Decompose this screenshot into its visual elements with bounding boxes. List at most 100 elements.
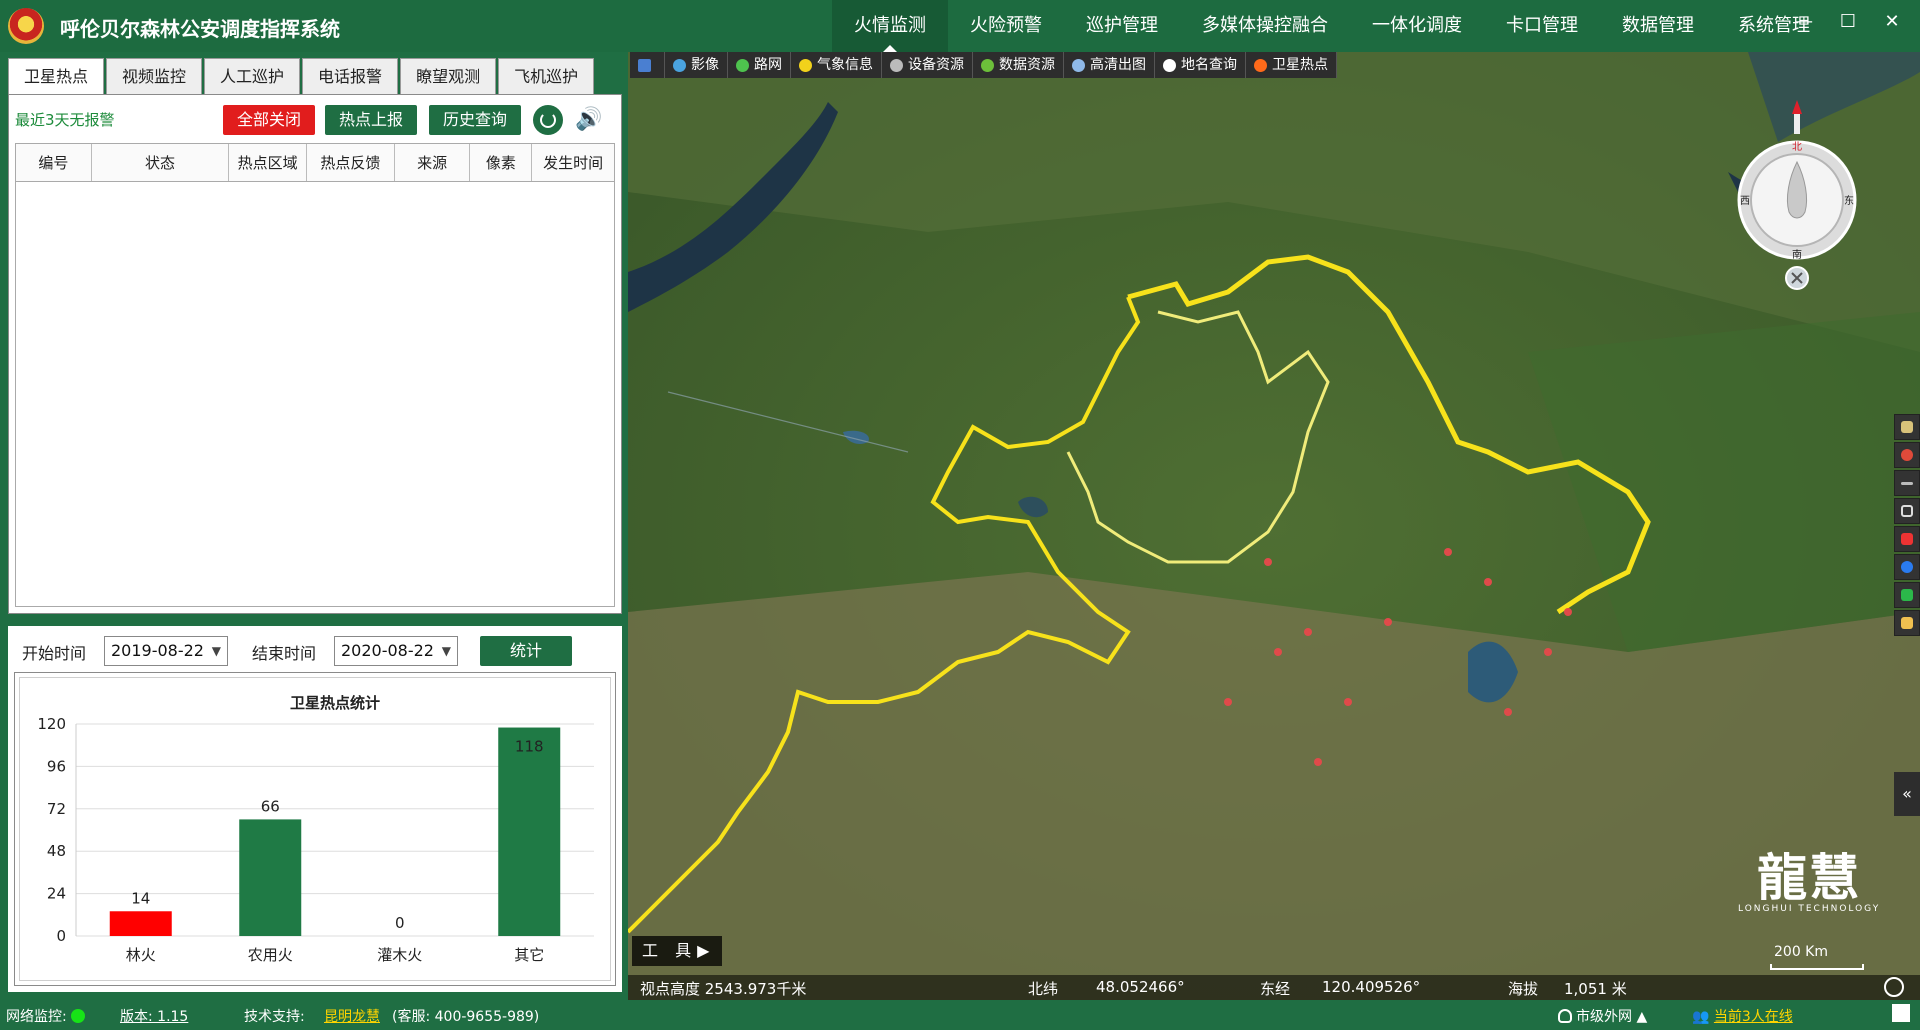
resize-grip-icon[interactable] xyxy=(1892,1004,1910,1022)
left-tab[interactable]: 视频监控 xyxy=(106,58,203,94)
folder-icon xyxy=(1901,617,1913,629)
nav-item[interactable]: 火情监测 xyxy=(832,0,948,52)
version-text: 版本: 1.15 xyxy=(120,1009,189,1025)
longitude-value: 120.409526° xyxy=(1322,978,1421,996)
nav-item[interactable]: 卡口管理 xyxy=(1484,0,1600,52)
end-time-label: 结束时间 xyxy=(252,644,317,663)
brand-logo-text: 龍慧 xyxy=(1757,849,1862,907)
globe-icon xyxy=(673,58,686,72)
left-tab[interactable]: 瞭望观测 xyxy=(400,58,497,94)
left-tab[interactable]: 电话报警 xyxy=(302,58,399,94)
compass-north: 北 xyxy=(1792,141,1802,153)
history-query-button[interactable]: 历史查询 xyxy=(429,105,521,135)
navigation-icon[interactable] xyxy=(1884,977,1904,997)
online-users[interactable]: 👥 当前3人在线 xyxy=(1692,1006,1793,1026)
service-hotline: (客服: 400-9655-989) xyxy=(392,1009,540,1025)
data-label: 118 xyxy=(515,738,544,756)
elevation-value: 1,051 米 xyxy=(1564,980,1627,998)
collapse-panel-button[interactable]: « xyxy=(1894,772,1920,816)
map-tool-sun[interactable]: 气象信息 xyxy=(791,52,882,78)
column-header[interactable]: 热点反馈 xyxy=(307,144,395,181)
map-status-bar: 视点高度 2543.973千米 北纬 48.052466° 东经 120.409… xyxy=(628,975,1920,1000)
app-title: 呼伦贝尔森林公安调度指挥系统 xyxy=(60,17,340,41)
chart-frame: 卫星热点统计 0 24 48 72 96 120 14 林火 66 农用火 0 灌木火 118 其它 xyxy=(14,672,616,986)
stats-panel: 开始时间 2019-08-22 ▼ 结束时间 2020-08-22 ▼ 统计 卫… xyxy=(8,626,622,992)
nav-item[interactable]: 数据管理 xyxy=(1600,0,1716,52)
minimize-button[interactable]: — xyxy=(1782,0,1826,44)
latitude-value: 48.052466° xyxy=(1096,978,1185,996)
network-monitor: 网络监控: xyxy=(6,1006,85,1026)
column-header[interactable]: 编号 xyxy=(16,144,92,181)
map-view[interactable]: 影像 路网 气象信息 设备资源 数据资源 高清出图 地名查询 卫星热点 北 南 东 西 « 龍… xyxy=(628,52,1920,1000)
maximize-button[interactable]: ☐ xyxy=(1826,0,1870,44)
end-date-select[interactable]: 2020-08-22 ▼ xyxy=(334,636,458,666)
main-nav: 火情监测 火险预警 巡护管理 多媒体操控融合 一体化调度 卡口管理 数据管理 系统管理 xyxy=(832,0,1832,52)
tools-button[interactable]: 工 具▶ xyxy=(632,936,722,966)
support-link[interactable]: 昆明龙慧 xyxy=(324,1006,380,1026)
line-icon xyxy=(1901,482,1913,485)
point-tool[interactable] xyxy=(1894,442,1920,468)
tree-icon xyxy=(981,58,994,72)
image-icon xyxy=(1072,58,1085,72)
map-tool-label: 气象信息 xyxy=(817,57,873,73)
refresh-icon[interactable] xyxy=(533,105,563,135)
map-tool-fire[interactable]: 卫星热点 xyxy=(1246,52,1337,78)
nav-item[interactable]: 多媒体操控融合 xyxy=(1180,0,1350,52)
nav-item[interactable]: 一体化调度 xyxy=(1350,0,1484,52)
polygon-tool[interactable] xyxy=(1894,498,1920,524)
point-icon xyxy=(1901,449,1913,461)
eye-tool[interactable] xyxy=(1894,414,1920,440)
eye-icon xyxy=(1901,421,1913,433)
measure-tool[interactable] xyxy=(1894,526,1920,552)
report-hotspot-button[interactable]: 热点上报 xyxy=(325,105,417,135)
map-home-button[interactable] xyxy=(630,52,665,78)
column-header[interactable]: 像素 xyxy=(470,144,533,181)
check-icon xyxy=(1901,589,1913,601)
brand-subtitle: LONGHUI TECHNOLOGY xyxy=(1738,904,1881,914)
column-header[interactable]: 状态 xyxy=(92,144,230,181)
polygon-icon xyxy=(1901,505,1913,517)
search-icon xyxy=(1163,58,1176,72)
compass-widget[interactable]: 北 南 东 西 xyxy=(1737,100,1857,310)
longitude-label: 东经 xyxy=(1260,980,1291,998)
chart-area: 卫星热点统计 0 24 48 72 96 120 14 林火 66 农用火 0 灌木火 118 其它 xyxy=(19,677,611,981)
latitude-label: 北纬 xyxy=(1028,980,1059,998)
left-tab[interactable]: 卫星热点 xyxy=(8,58,105,94)
start-date-select[interactable]: 2019-08-22 ▼ xyxy=(104,636,228,666)
map-tool-image[interactable]: 高清出图 xyxy=(1064,52,1155,78)
map-toolbar: 影像 路网 气象信息 设备资源 数据资源 高清出图 地名查询 卫星热点 xyxy=(630,52,1337,78)
network-monitor-label: 网络监控: xyxy=(6,1009,67,1025)
map-tool-tree[interactable]: 数据资源 xyxy=(973,52,1064,78)
column-header[interactable]: 发生时间 xyxy=(532,144,614,181)
left-tab[interactable]: 飞机巡护 xyxy=(498,58,595,94)
left-tab[interactable]: 人工巡护 xyxy=(204,58,301,94)
line-tool[interactable] xyxy=(1894,470,1920,496)
map-tool-road[interactable]: 路网 xyxy=(728,52,791,78)
north-arrow-icon xyxy=(1792,100,1802,114)
network-status-icon xyxy=(70,1009,85,1023)
start-date-value: 2019-08-22 xyxy=(111,641,204,660)
statistics-button[interactable]: 统计 xyxy=(480,636,572,666)
map-tool-label: 路网 xyxy=(754,57,782,73)
column-header[interactable]: 来源 xyxy=(395,144,471,181)
nav-item[interactable]: 火险预警 xyxy=(948,0,1064,52)
map-tool-device[interactable]: 设备资源 xyxy=(882,52,973,78)
location-tool[interactable] xyxy=(1894,554,1920,580)
hotspot-panel: 最近3天无报警 全部关闭 热点上报 历史查询 🔊 编号 状态 热点区域 热点反馈 来源像… xyxy=(8,94,622,614)
bar xyxy=(109,911,172,936)
online-users-link[interactable]: 当前3人在线 xyxy=(1714,1009,1793,1025)
map-tool-globe[interactable]: 影像 xyxy=(665,52,728,78)
nav-item[interactable]: 巡护管理 xyxy=(1064,0,1180,52)
map-tool-search[interactable]: 地名查询 xyxy=(1155,52,1246,78)
network-selector[interactable]: 市级外网 ▲ xyxy=(1558,1006,1647,1026)
column-header[interactable]: 热点区域 xyxy=(229,144,308,181)
close-button[interactable]: ✕ xyxy=(1870,0,1914,44)
check-tool[interactable] xyxy=(1894,582,1920,608)
speaker-icon[interactable]: 🔊 xyxy=(575,105,605,135)
close-all-button[interactable]: 全部关闭 xyxy=(223,105,315,135)
folder-tool[interactable] xyxy=(1894,610,1920,636)
user-icon xyxy=(1558,1009,1572,1023)
table-header: 编号 状态 热点区域 热点反馈 来源 像素 发生时间 xyxy=(16,144,614,182)
y-tick-label: 0 xyxy=(56,927,66,945)
ruler-icon xyxy=(1901,533,1913,545)
